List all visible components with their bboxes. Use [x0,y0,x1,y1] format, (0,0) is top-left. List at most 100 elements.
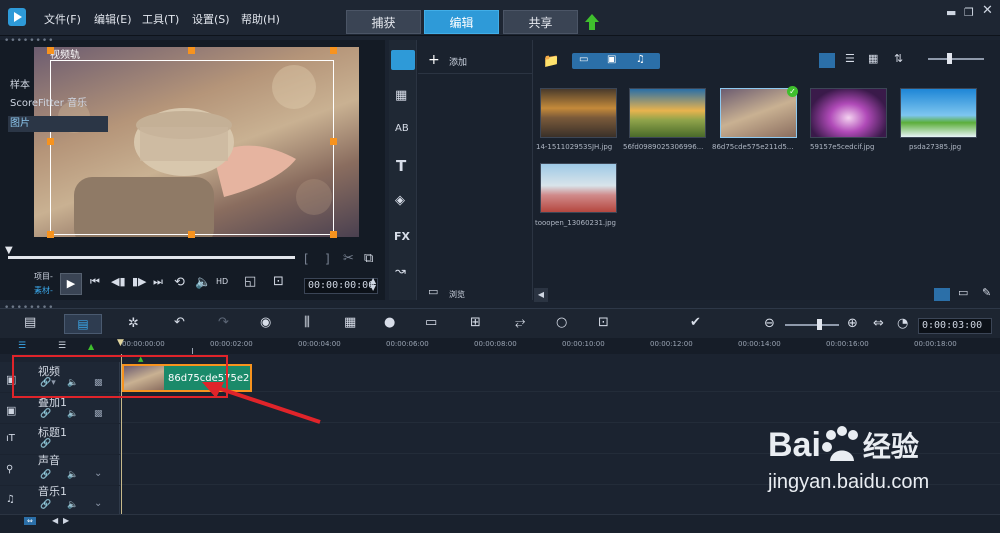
add-icon[interactable]: + [428,52,440,68]
thumbnail-tree[interactable] [900,88,977,138]
scrub-handle[interactable]: ▼ [5,245,13,256]
menu-settings[interactable]: 设置(S) [192,11,230,27]
chapter-point-icon[interactable]: ☰ [58,341,66,351]
mute-icon[interactable]: 🔈 [67,470,78,480]
link-icon[interactable]: 🔗 [40,500,51,510]
scrub-bar[interactable] [8,256,295,259]
mask-creator-icon[interactable]: ○ [556,315,567,330]
repeat-icon[interactable]: ⟲ [174,275,185,290]
resize-handle[interactable] [47,231,54,238]
timecode-stepper[interactable]: ▲ ▼ [370,277,376,292]
slider-handle[interactable] [947,53,952,64]
list-view-icon[interactable] [819,53,835,68]
auto-music-icon[interactable]: ▦ [344,315,356,330]
sound-mixer-icon[interactable]: ⫼ [304,315,310,330]
video-filter-icon[interactable]: ▭ [579,54,588,65]
track-manager-icon[interactable]: ☰ [18,341,26,351]
options-icon[interactable]: ▭ [958,286,968,299]
volume-icon[interactable]: 🔈 [195,275,211,290]
zoom-slider-handle[interactable] [817,319,822,330]
edit-icon[interactable]: ✎ [982,286,991,299]
zoom-slider[interactable] [785,324,839,326]
thumbnail-road[interactable] [540,88,617,138]
browse-icon[interactable]: ▭ [428,285,438,298]
next-frame-icon[interactable]: ▮▶ [132,275,147,288]
record-capture-icon[interactable]: ◉ [260,315,271,330]
title-icon[interactable]: T [396,157,406,175]
mute-icon[interactable]: 🔈 [67,409,78,419]
mute-icon[interactable]: 🔈 [67,500,78,510]
zoom-fit-button[interactable]: ⇔ [24,517,36,525]
undo-icon[interactable]: ↶ [174,315,185,330]
resize-handle[interactable] [330,231,337,238]
instant-project-icon[interactable]: ▦ [395,88,407,103]
thumb-view-icon[interactable]: ▦ [868,52,878,65]
path-icon[interactable]: ↝ [395,264,406,279]
cue-icon[interactable]: ▲ [88,342,94,351]
play-button[interactable]: ▶ [60,273,82,295]
redo-icon[interactable]: ↷ [218,315,229,330]
thumbnail-purple[interactable] [810,88,887,138]
menu-edit[interactable]: 编辑(E) [94,11,132,27]
add-folder-button[interactable]: 添加 [449,55,467,68]
restore-button[interactable]: ❐ [964,6,974,19]
transition-icon[interactable]: AB [395,123,409,134]
audio-filter-icon[interactable]: ♫ [636,54,645,65]
scroll-right-icon[interactable]: ▶ [63,516,69,525]
menu-help[interactable]: 帮助(H) [241,11,280,27]
end-icon[interactable]: ⏭ [153,275,163,289]
tab-capture[interactable]: 捕获 [346,10,421,34]
fit-project-icon[interactable]: ⇔ [873,316,884,331]
time-remap-icon[interactable]: ⥂ [515,315,525,330]
home-icon[interactable]: ⏮ [90,275,100,289]
mode-clip[interactable]: 素材- [34,285,53,296]
tab-share[interactable]: 共享 [503,10,578,34]
scroll-left-icon[interactable]: ◀ [534,288,548,302]
fx-icon[interactable]: FX [394,230,410,243]
zoom-out-icon[interactable]: ⊖ [764,316,775,331]
menu-file[interactable]: 文件(F) [44,11,81,27]
mode-project[interactable]: 项目- [34,271,53,282]
pan-zoom-icon[interactable]: ⊡ [598,315,609,330]
thumbnail-heart-tree[interactable] [540,163,617,213]
category-sample[interactable]: 样本 [8,78,108,94]
smart-package-icon[interactable]: ✔ [690,315,701,330]
minimize-button[interactable]: ▬ [946,6,956,19]
hd-preview-icon[interactable]: HD [216,277,228,286]
motion-tracking-icon[interactable]: ● [384,315,395,330]
subtitle-editor-icon[interactable]: ▭ [425,315,437,330]
category-pictures[interactable]: 图片 [8,116,108,132]
link-icon[interactable]: 🔗 [40,409,51,419]
timeline-scrollbar[interactable] [0,514,1000,533]
media-icon[interactable] [391,50,415,70]
sort-icon[interactable]: ⇅ [894,52,903,65]
mark-in-icon[interactable]: [ [304,252,309,266]
close-button[interactable]: ✕ [982,3,993,18]
split-icon[interactable]: ✂ [343,251,354,266]
link-icon[interactable]: 🔗 [40,439,51,449]
image-filter-icon[interactable]: ▣ [607,54,616,65]
library-view-icon[interactable] [934,288,950,301]
ripple-icon[interactable]: ▩ [94,409,103,419]
zoom-in-icon[interactable]: ⊕ [847,316,858,331]
resize-handle[interactable] [330,138,337,145]
browse-button[interactable]: 浏览 [449,289,465,300]
resize-handle[interactable] [330,47,337,54]
category-scorefitter[interactable]: ScoreFitter 音乐 [8,96,108,112]
tab-edit[interactable]: 编辑 [424,10,499,34]
thumbnail-field[interactable] [629,88,706,138]
project-duration[interactable]: 0:00:03:00 [918,318,992,334]
graphic-icon[interactable]: ◈ [395,193,405,208]
tools-icon[interactable]: ✲ [128,316,139,331]
thumbnail-colosseum[interactable] [720,88,797,138]
scroll-left-icon[interactable]: ◀ [52,516,58,525]
clock-icon[interactable]: ◔ [897,316,908,331]
resize-handle[interactable] [188,231,195,238]
menu-tools[interactable]: 工具(T) [142,11,179,27]
link-icon[interactable]: 🔗 [40,470,51,480]
enlarge-icon[interactable]: ⧉ [364,251,373,266]
multi-trim-icon[interactable]: ⊞ [470,315,481,330]
import-folder-icon[interactable]: 📁 [543,54,559,69]
timecode-display[interactable]: 00:00:00:00 [304,278,378,294]
resize-handle[interactable] [188,47,195,54]
